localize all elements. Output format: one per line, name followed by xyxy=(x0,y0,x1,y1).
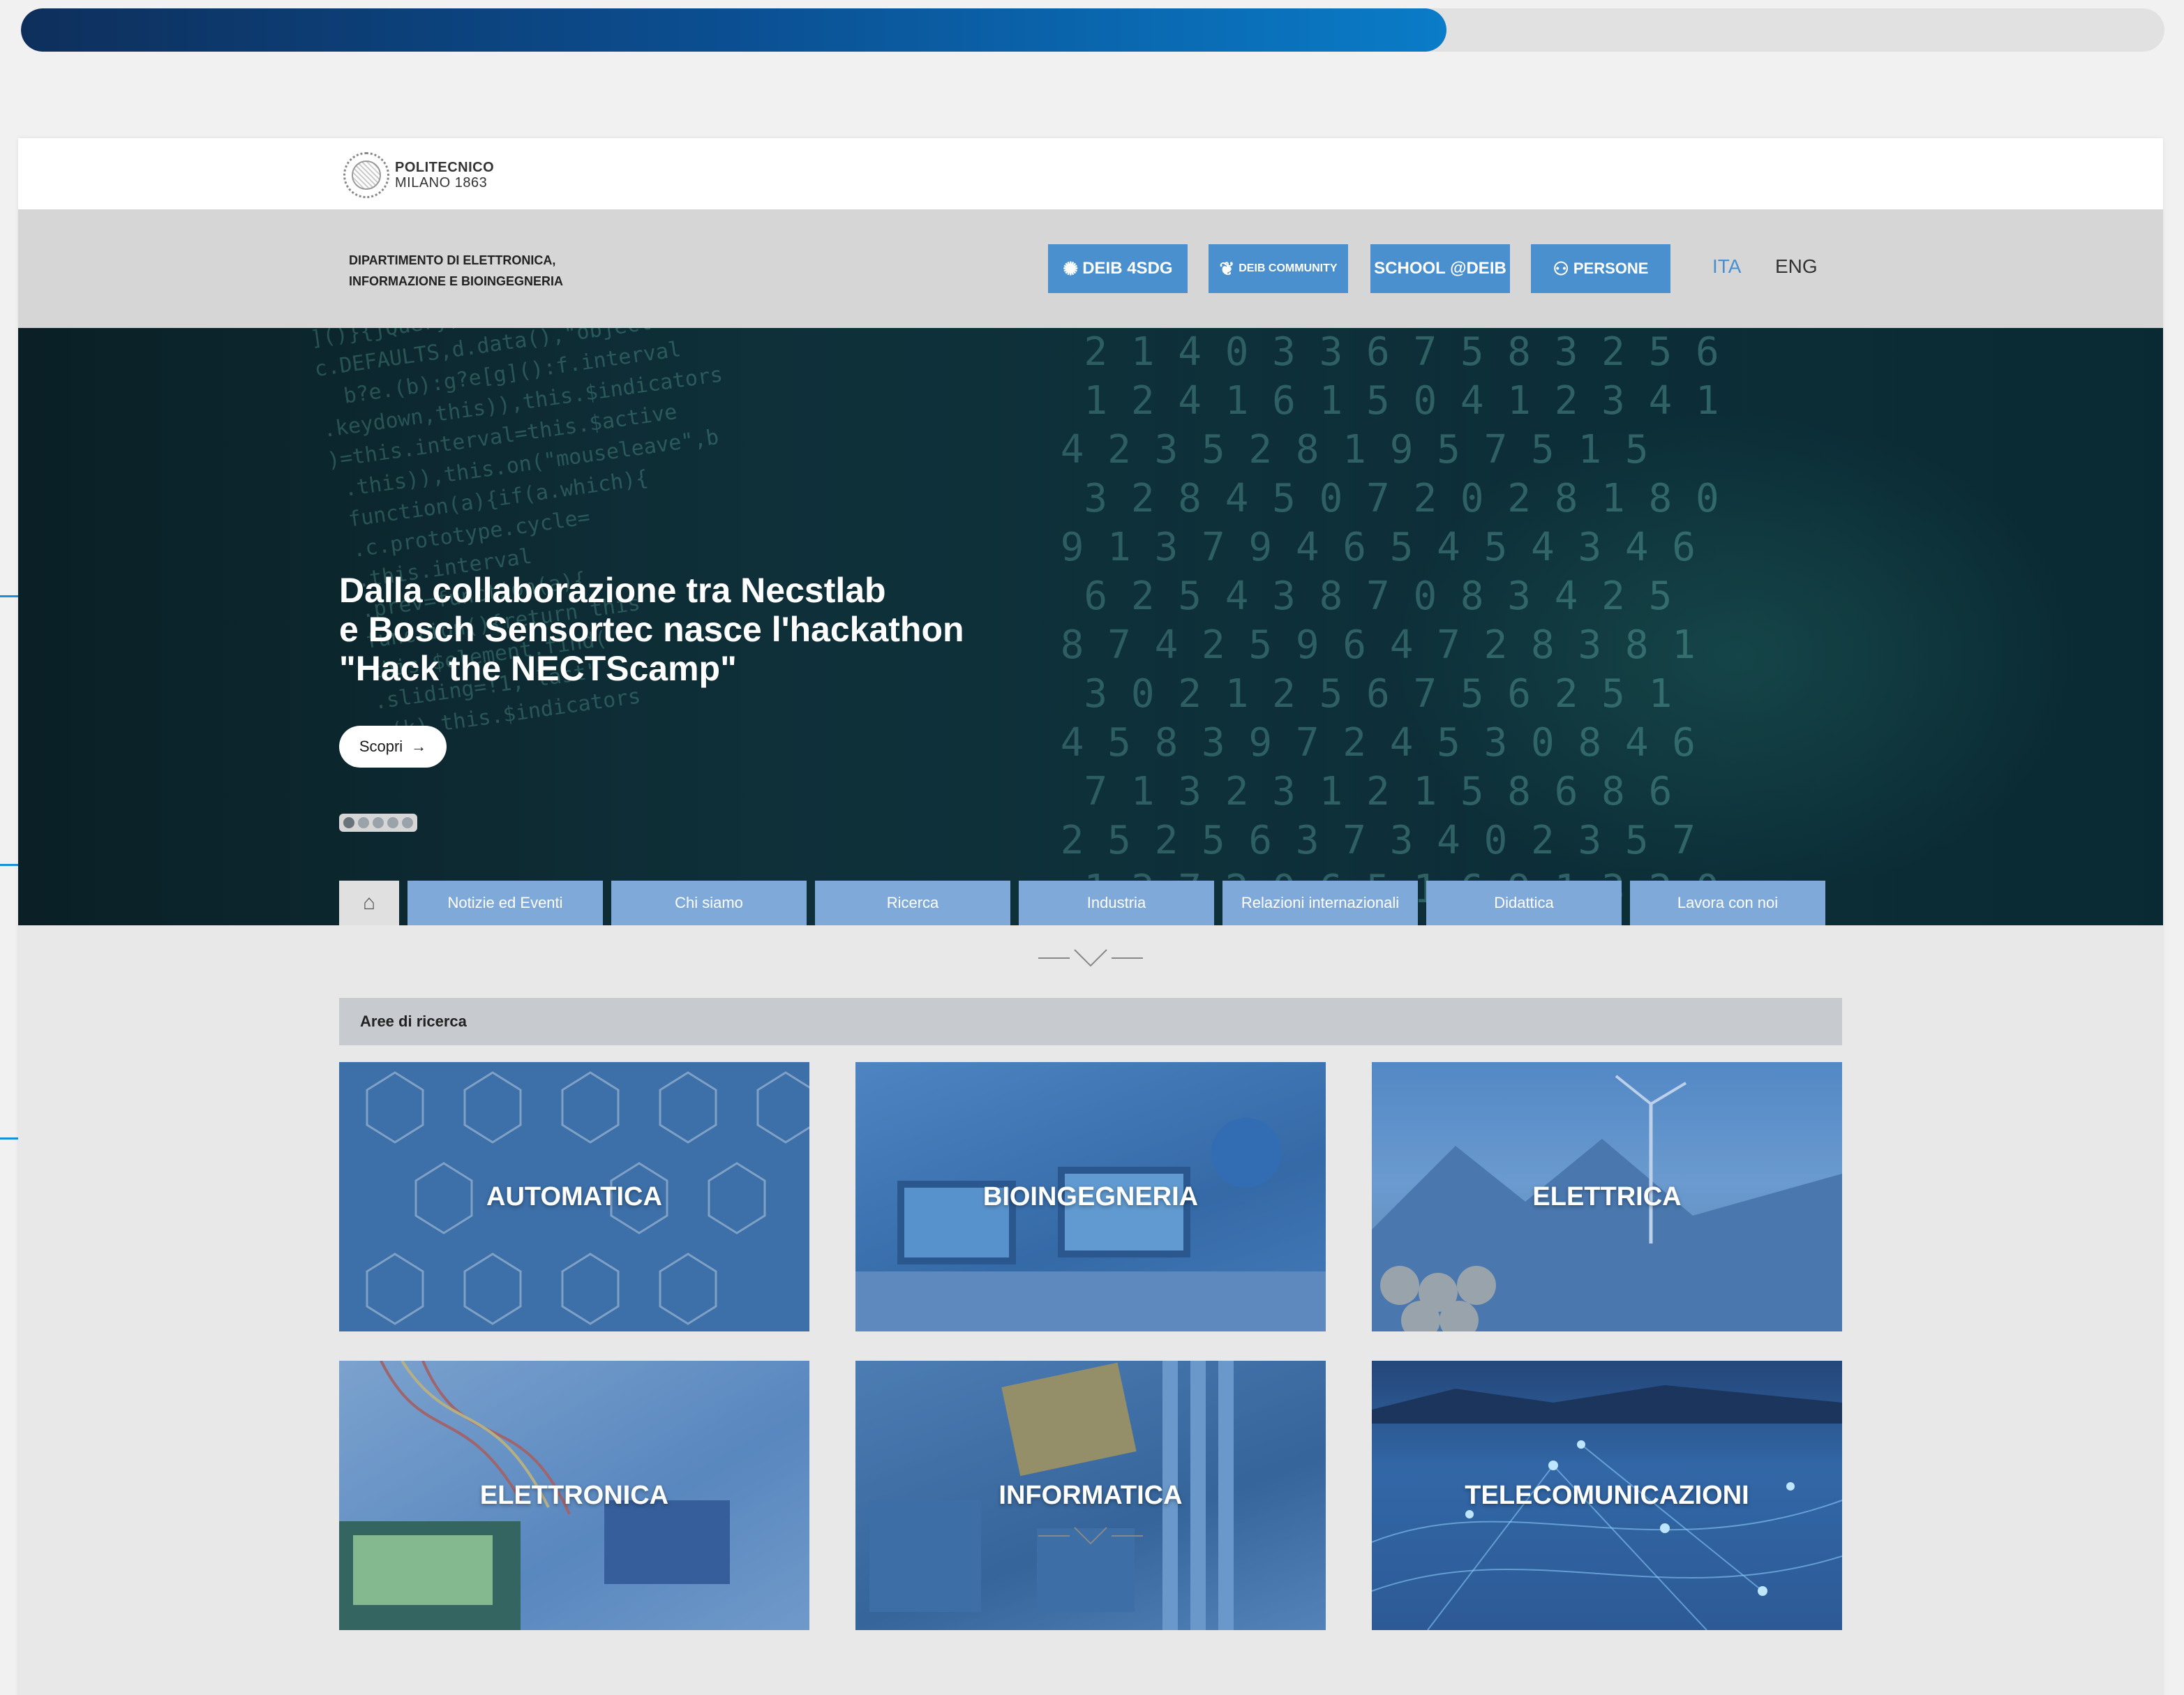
research-areas-heading: Aree di ricerca xyxy=(339,998,1842,1045)
discover-button[interactable]: Scopri → xyxy=(339,726,447,768)
nav-ricerca[interactable]: Ricerca xyxy=(815,881,1010,925)
area-tile-automatica[interactable]: AUTOMATICA xyxy=(339,1062,809,1331)
department-bar: DIPARTIMENTO DI ELETTRONICA, INFORMAZION… xyxy=(18,209,2163,328)
hero-title: Dalla collaborazione tra Necstlab e Bosc… xyxy=(339,571,964,688)
slider-dot[interactable] xyxy=(358,817,370,828)
nav-notizie-ed-eventi[interactable]: Notizie ed Eventi xyxy=(407,881,603,925)
main-nav: ⌂ Notizie ed Eventi Chi siamo Ricerca In… xyxy=(339,881,1825,925)
persone-button[interactable]: ⚇ PERSONE xyxy=(1531,244,1670,293)
laurel-icon: ❦ xyxy=(1219,258,1235,279)
people-icon: ⚇ xyxy=(1553,258,1569,279)
lang-ita[interactable]: ITA xyxy=(1712,255,1741,278)
home-icon: ⌂ xyxy=(362,891,376,914)
area-tile-elettrica[interactable]: ELETTRICA xyxy=(1372,1062,1842,1331)
area-tile-telecomunicazioni[interactable]: TELECOMUNICAZIONI xyxy=(1372,1361,1842,1630)
area-tile-bioingegneria[interactable]: BIOINGEGNERIA xyxy=(855,1062,1326,1331)
deib-community-button[interactable]: ❦ DEIB COMMUNITY xyxy=(1209,244,1348,293)
nav-home[interactable]: ⌂ xyxy=(339,881,399,925)
nav-relazioni-internazionali[interactable]: Relazioni internazionali xyxy=(1222,881,1418,925)
website-frame: POLITECNICO MILANO 1863 DIPARTIMENTO DI … xyxy=(18,138,2163,1695)
hero-slider: ]()}{jQuery),+function(a){ c.DEFAULTS,d.… xyxy=(18,328,2163,925)
arrow-right-icon: → xyxy=(411,738,427,755)
slider-dot[interactable] xyxy=(343,817,355,828)
nav-lavora-con-noi[interactable]: Lavora con noi xyxy=(1630,881,1825,925)
nav-didattica[interactable]: Didattica xyxy=(1426,881,1622,925)
area-tile-elettronica[interactable]: ELETTRONICA xyxy=(339,1361,809,1630)
progress-bar xyxy=(21,8,2164,52)
polimi-logo[interactable]: POLITECNICO MILANO 1863 xyxy=(343,152,494,198)
sdg-icon: ✺ xyxy=(1063,258,1079,279)
logo-line-2: MILANO 1863 xyxy=(395,175,488,191)
area-tile-informatica[interactable]: INFORMATICA xyxy=(855,1361,1326,1630)
nav-industria[interactable]: Industria xyxy=(1019,881,1214,925)
school-deib-button[interactable]: SCHOOL @DEIB xyxy=(1370,244,1510,293)
nav-chi-siamo[interactable]: Chi siamo xyxy=(611,881,807,925)
slider-dot[interactable] xyxy=(372,817,384,828)
scroll-down-icon[interactable] xyxy=(1038,948,1143,969)
progress-fill xyxy=(21,8,1446,52)
slider-dot[interactable] xyxy=(387,817,398,828)
top-bar: POLITECNICO MILANO 1863 xyxy=(18,138,2163,209)
slider-dots[interactable] xyxy=(339,814,417,832)
department-name[interactable]: DIPARTIMENTO DI ELETTRONICA, INFORMAZION… xyxy=(349,250,600,292)
slider-dot[interactable] xyxy=(401,817,413,828)
seal-icon xyxy=(343,152,389,198)
scroll-down-icon-2[interactable] xyxy=(1038,1525,1143,1546)
deib-4sdg-button[interactable]: ✺ DEIB 4SDG xyxy=(1048,244,1188,293)
lang-eng[interactable]: ENG xyxy=(1775,255,1818,278)
logo-line-1: POLITECNICO xyxy=(395,160,495,175)
